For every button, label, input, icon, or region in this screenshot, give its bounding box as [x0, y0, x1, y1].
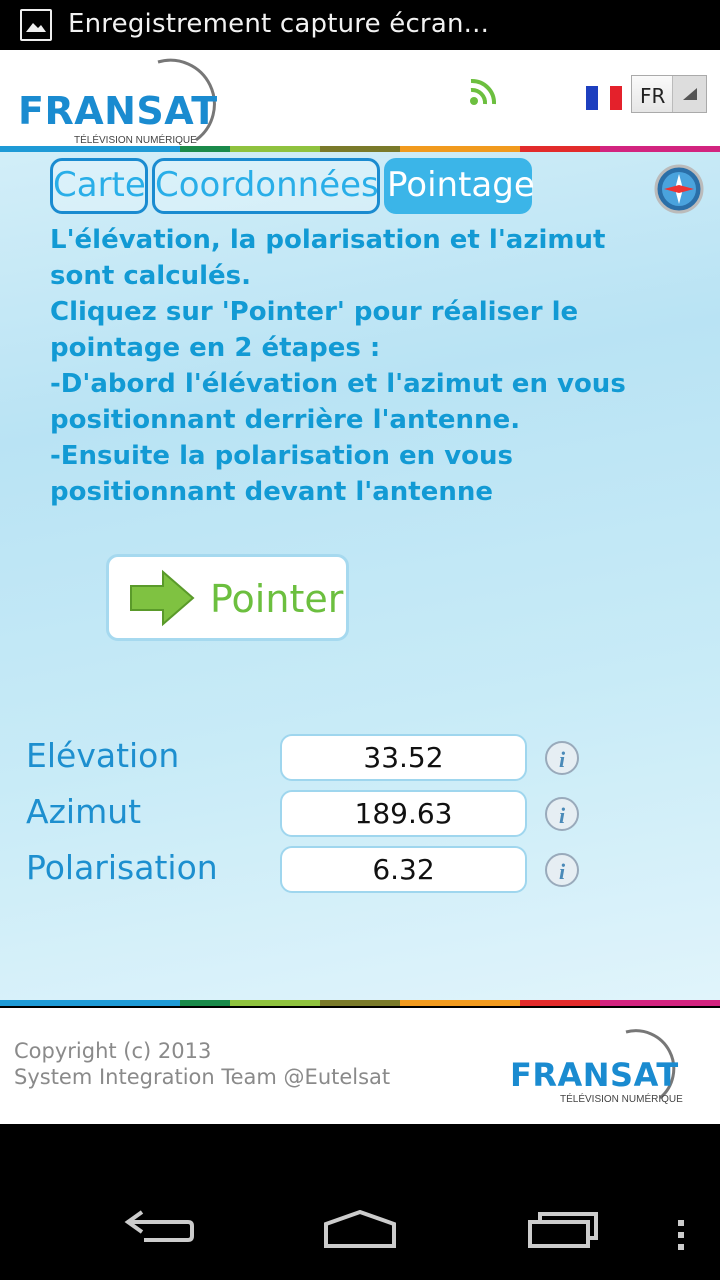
copyright-text: Copyright (c) 2013 System Integration Te…: [14, 1038, 390, 1090]
polarisation-label: Polarisation: [26, 848, 218, 887]
recent-apps-icon[interactable]: [526, 1210, 598, 1255]
elevation-field[interactable]: 33.52: [280, 734, 527, 781]
tab-carte[interactable]: Carte: [50, 158, 148, 214]
app-footer: Copyright (c) 2013 System Integration Te…: [0, 1008, 720, 1124]
system-nav-bar: [0, 1124, 720, 1280]
svg-text:i: i: [559, 747, 566, 772]
svg-text:i: i: [559, 859, 566, 884]
tab-pointage[interactable]: Pointage: [384, 158, 535, 214]
language-select[interactable]: FR: [631, 75, 707, 113]
instruction-line: positionnant devant l'antenne: [50, 477, 493, 507]
back-icon[interactable]: [124, 1210, 196, 1255]
tab-coordonnees[interactable]: Coordonnées: [152, 158, 380, 214]
france-flag-icon: [586, 86, 622, 110]
copyright-line: Copyright (c) 2013: [14, 1039, 212, 1063]
status-notification: Enregistrement capture écran...: [68, 9, 490, 39]
info-icon[interactable]: i: [544, 796, 580, 832]
language-value: FR: [640, 84, 666, 108]
image-icon: [20, 9, 52, 41]
instruction-line: L'élévation, la polarisation et l'azimut: [50, 225, 606, 255]
elevation-label: Elévation: [26, 736, 180, 775]
fransat-logo: FRANSAT TÉLÉVISION NUMÉRIQUE: [510, 1026, 710, 1106]
logo-word: FRANSAT: [18, 89, 218, 133]
pointer-button[interactable]: Pointer: [106, 554, 349, 641]
instruction-line: -D'abord l'élévation et l'azimut en vous: [50, 369, 626, 399]
logo-subtitle: TÉLÉVISION NUMÉRIQUE: [560, 1094, 683, 1105]
instructions-text: L'élévation, la polarisation et l'azimut…: [50, 222, 626, 510]
arrow-right-icon: [130, 569, 195, 627]
logo-word: FRANSAT: [510, 1056, 679, 1094]
info-icon[interactable]: i: [544, 740, 580, 776]
svg-text:i: i: [559, 803, 566, 828]
instruction-line: -Ensuite la polarisation en vous: [50, 441, 514, 471]
polarisation-field[interactable]: 6.32: [280, 846, 527, 893]
fransat-logo: FRANSAT TÉLÉVISION NUMÉRIQUE: [18, 56, 238, 146]
home-icon[interactable]: [322, 1209, 398, 1255]
compass-icon[interactable]: [654, 164, 704, 214]
chevron-down-icon: [672, 76, 706, 112]
color-stripe-bottom: [0, 1000, 720, 1006]
azimuth-field[interactable]: 189.63: [280, 790, 527, 837]
instruction-line: sont calculés.: [50, 261, 252, 291]
info-icon[interactable]: i: [544, 852, 580, 888]
instruction-line: pointage en 2 étapes :: [50, 333, 381, 363]
rss-icon[interactable]: [466, 76, 502, 113]
copyright-line: System Integration Team @Eutelsat: [14, 1065, 391, 1089]
pointer-button-label: Pointer: [210, 577, 344, 621]
azimuth-label: Azimut: [26, 792, 142, 831]
instruction-line: positionnant derrière l'antenne.: [50, 405, 521, 435]
app-header: FRANSAT TÉLÉVISION NUMÉRIQUE FR: [0, 50, 720, 146]
logo-subtitle: TÉLÉVISION NUMÉRIQUE: [74, 135, 197, 146]
overflow-menu-icon[interactable]: [676, 1218, 686, 1257]
status-bar: Enregistrement capture écran...: [0, 0, 720, 50]
instruction-line: Cliquez sur 'Pointer' pour réaliser le: [50, 297, 579, 327]
pointage-panel: Carte Coordonnées Pointage L'élévation, …: [0, 152, 720, 1000]
